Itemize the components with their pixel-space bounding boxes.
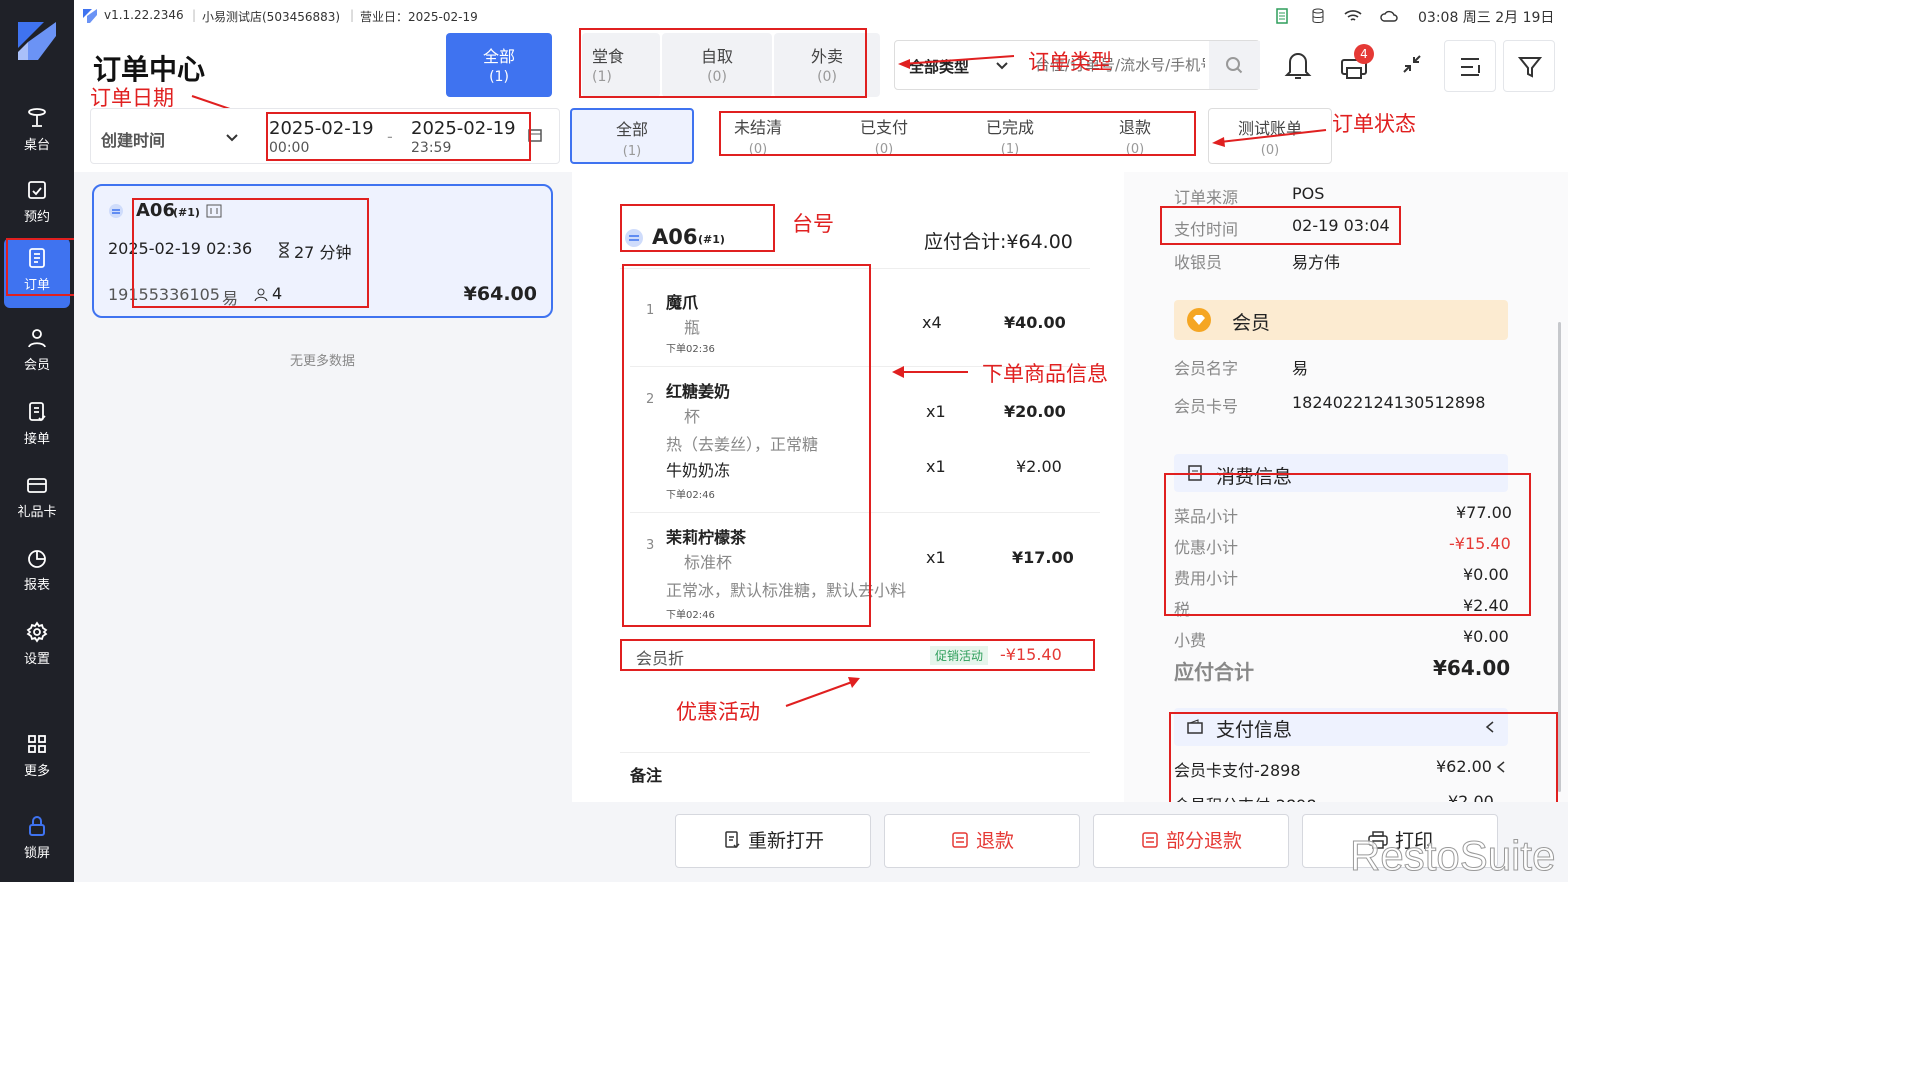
user-icon [28, 329, 46, 348]
lock-icon [29, 816, 45, 836]
partial-refund-button[interactable]: 部分退款 [1093, 814, 1289, 868]
watermark: RestoSuite [1349, 832, 1556, 880]
highlight-box [266, 112, 531, 161]
cloud-icon [1380, 10, 1398, 22]
sidebar-item-label: 预约 [23, 210, 50, 225]
highlight-box [1164, 473, 1531, 616]
annotation-order-type: 订单类型 [1028, 50, 1112, 74]
chevron-down-icon [226, 134, 238, 142]
sidebar-item-label: 报表 [23, 578, 50, 593]
highlight-box [622, 264, 871, 627]
sidebar-item-table[interactable]: 桌台 [4, 98, 70, 168]
annotation-items-info: 下单商品信息 [982, 362, 1108, 386]
search-icon [1226, 57, 1243, 74]
annotation-table-no: 台号 [792, 212, 834, 236]
sidebar-item-settings[interactable]: 设置 [4, 612, 70, 682]
member-header: 会员 [1174, 300, 1508, 340]
highlight-box [719, 111, 1196, 156]
sort-icon [1461, 58, 1480, 76]
refund-icon [952, 832, 968, 848]
database-icon [1312, 8, 1324, 23]
partial-refund-icon [1142, 832, 1158, 848]
tip: ¥0.00 [1463, 627, 1509, 646]
annotation-arrow [892, 366, 968, 378]
highlight-box [6, 238, 78, 296]
scrollbar[interactable] [1558, 322, 1561, 792]
sidebar-item-members[interactable]: 会员 [4, 318, 70, 388]
filter-icon [1517, 57, 1543, 78]
tab-type-all[interactable]: 全部 (1) [446, 33, 552, 97]
sidebar: 桌台 预约 订单 会员 接单 礼品卡 报表 设置 更多 锁屏 [0, 0, 74, 882]
highlight-box [620, 204, 775, 252]
sort-button[interactable] [1444, 40, 1496, 92]
sidebar-item-label: 锁屏 [23, 846, 50, 861]
annotation-arrow [785, 677, 860, 707]
printer-queue-button[interactable]: 4 [1338, 44, 1374, 84]
sidebar-item-reservation[interactable]: 预约 [4, 170, 70, 240]
receive-order-icon [29, 402, 46, 422]
store-name: 小易测试店(503456883) [202, 10, 341, 24]
filter-button[interactable] [1503, 40, 1555, 92]
date-field-select[interactable]: 创建时间 [101, 127, 165, 151]
highlight-box [132, 198, 369, 308]
collapse-button[interactable] [1398, 50, 1426, 82]
pie-chart-icon [28, 550, 46, 568]
sidebar-item-label: 设置 [23, 652, 50, 667]
sidebar-item-label: 更多 [23, 764, 50, 779]
app-logo-icon [18, 22, 56, 60]
business-day: 营业日：2025-02-19 [360, 10, 478, 24]
sheet-icon [1276, 8, 1288, 24]
search-button[interactable] [1209, 41, 1260, 89]
sidebar-item-more[interactable]: 更多 [4, 724, 70, 794]
version-text: v1.1.22.2346 [104, 8, 184, 22]
member-name: 易 [1292, 359, 1309, 378]
annotation-order-status: 订单状态 [1332, 112, 1416, 136]
annotation-arrow [898, 55, 1015, 69]
order-source: POS [1292, 184, 1325, 203]
sidebar-item-giftcard[interactable]: 礼品卡 [4, 465, 70, 535]
reopen-button[interactable]: 重新打开 [675, 814, 871, 868]
notification-button[interactable] [1282, 48, 1314, 86]
detail-total: 应付合计:¥64.00 [924, 231, 1073, 253]
gear-icon [26, 621, 48, 643]
member-card: 1824022124130512898 [1292, 393, 1486, 412]
shrink-icon [1403, 55, 1421, 73]
clock: 03:08 周三 2月 19日 [1418, 10, 1555, 26]
notification-badge: 4 [1354, 44, 1374, 64]
grid-icon [28, 735, 46, 753]
app-small-logo-icon [83, 9, 97, 23]
sidebar-item-label: 礼品卡 [17, 505, 57, 520]
sidebar-item-receive[interactable]: 接单 [4, 392, 70, 462]
sidebar-item-lock[interactable]: 锁屏 [4, 806, 70, 876]
highlight-box [579, 28, 867, 98]
tab-status-all[interactable]: 全部 (1) [570, 108, 694, 164]
sidebar-item-reports[interactable]: 报表 [4, 538, 70, 608]
wifi-icon [1344, 10, 1362, 21]
highlight-box [1160, 206, 1401, 245]
gift-card-icon [27, 478, 47, 493]
member-badge-icon [1187, 308, 1211, 332]
sidebar-item-label: 桌台 [23, 138, 50, 153]
grand-total: ¥64.00 [1433, 656, 1511, 680]
table-icon [28, 108, 46, 127]
bell-icon [1284, 53, 1312, 79]
sidebar-item-label: 接单 [23, 432, 50, 447]
annotation-arrow [1212, 129, 1327, 147]
list-end-text: 无更多数据 [290, 354, 356, 369]
sidebar-item-label: 会员 [23, 358, 50, 373]
remark-label: 备注 [630, 766, 663, 785]
order-amount: ¥64.00 [463, 283, 537, 305]
refund-button[interactable]: 退款 [884, 814, 1080, 868]
cashier: 易方伟 [1292, 253, 1341, 272]
highlight-box [1169, 712, 1558, 810]
highlight-box [620, 639, 1095, 671]
calendar-check-icon [28, 181, 46, 199]
reopen-icon [725, 831, 740, 849]
annotation-promotion: 优惠活动 [676, 700, 760, 724]
table-badge-icon [109, 204, 123, 218]
